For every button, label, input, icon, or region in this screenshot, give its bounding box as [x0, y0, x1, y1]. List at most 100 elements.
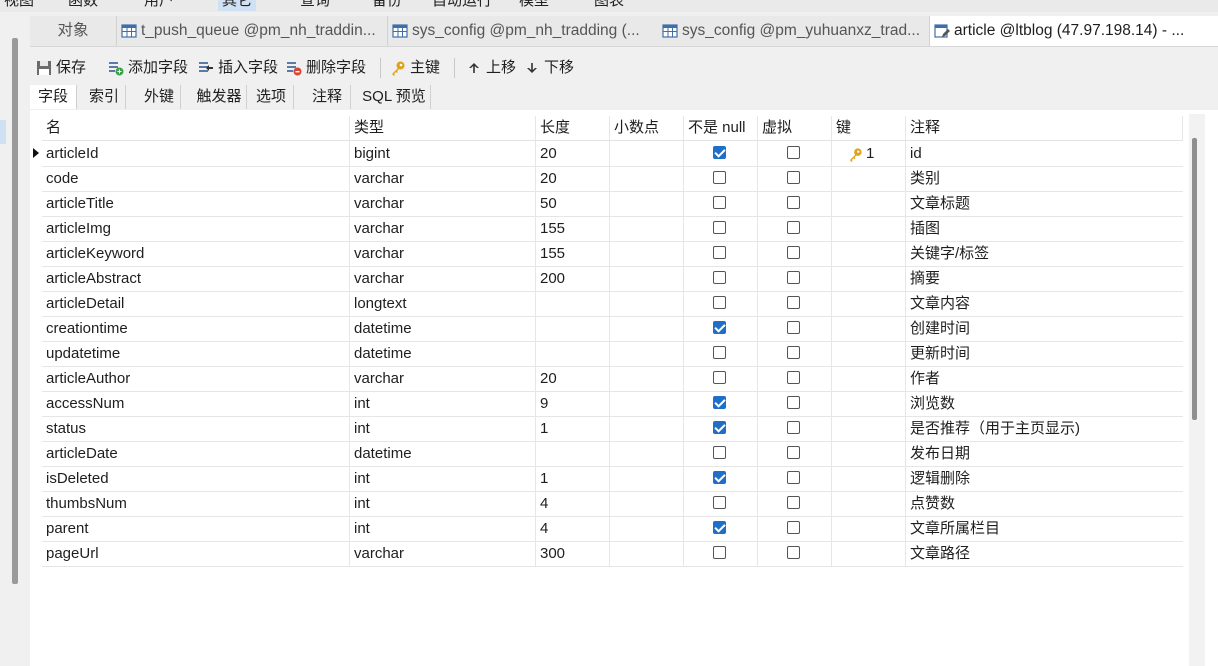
field-type[interactable]: int — [350, 516, 536, 541]
subtab-3[interactable]: 触发器 — [192, 85, 247, 109]
field-name[interactable]: isDeleted — [42, 466, 350, 491]
not-null-checkbox[interactable] — [713, 496, 726, 509]
not-null-checkbox[interactable] — [713, 221, 726, 234]
virtual-checkbox[interactable] — [787, 371, 800, 384]
field-comment[interactable]: 文章标题 — [906, 191, 1183, 216]
field-comment[interactable]: id — [906, 141, 1183, 166]
field-decimals[interactable] — [610, 516, 684, 541]
field-name[interactable]: articleAbstract — [42, 266, 350, 291]
field-comment[interactable]: 摘要 — [906, 266, 1183, 291]
field-name[interactable]: articleTitle — [42, 191, 350, 216]
virtual-checkbox[interactable] — [787, 446, 800, 459]
field-length[interactable] — [536, 291, 610, 316]
field-length[interactable]: 200 — [536, 266, 610, 291]
menu-item[interactable]: 自动运行 — [428, 0, 496, 11]
field-name[interactable]: articleKeyword — [42, 241, 350, 266]
primary-key-button[interactable]: 主键 — [390, 56, 446, 80]
field-type[interactable]: int — [350, 491, 536, 516]
subtab-2[interactable]: 外键 — [138, 85, 181, 109]
virtual-checkbox[interactable] — [787, 271, 800, 284]
virtual-checkbox[interactable] — [787, 321, 800, 334]
col-decimals-header[interactable]: 小数点 — [610, 116, 684, 140]
field-name[interactable]: code — [42, 166, 350, 191]
table-row[interactable]: updatetime datetime 更新时间 — [42, 341, 1183, 367]
virtual-checkbox[interactable] — [787, 221, 800, 234]
field-type[interactable]: datetime — [350, 316, 536, 341]
field-decimals[interactable] — [610, 491, 684, 516]
table-row[interactable]: articleAbstract varchar 200 摘要 — [42, 266, 1183, 292]
field-comment[interactable]: 作者 — [906, 366, 1183, 391]
not-null-checkbox[interactable] — [713, 196, 726, 209]
field-comment[interactable]: 是否推荐（用于主页显示) — [906, 416, 1183, 441]
col-name-header[interactable]: 名 — [42, 116, 350, 140]
not-null-checkbox[interactable] — [713, 246, 726, 259]
field-length[interactable]: 20 — [536, 141, 610, 166]
field-length[interactable] — [536, 341, 610, 366]
field-type[interactable]: varchar — [350, 366, 536, 391]
not-null-checkbox[interactable] — [713, 471, 726, 484]
field-type[interactable]: datetime — [350, 441, 536, 466]
virtual-checkbox[interactable] — [787, 196, 800, 209]
field-type[interactable]: varchar — [350, 241, 536, 266]
field-length[interactable]: 50 — [536, 191, 610, 216]
not-null-checkbox[interactable] — [713, 321, 726, 334]
virtual-checkbox[interactable] — [787, 546, 800, 559]
field-name[interactable]: articleId — [42, 141, 350, 166]
not-null-checkbox[interactable] — [713, 346, 726, 359]
subtab-5[interactable]: 注释 — [304, 85, 351, 109]
field-type[interactable]: varchar — [350, 166, 536, 191]
not-null-checkbox[interactable] — [713, 171, 726, 184]
field-name[interactable]: accessNum — [42, 391, 350, 416]
field-length[interactable]: 155 — [536, 216, 610, 241]
move-down-button[interactable]: 下移 — [524, 56, 580, 80]
save-button[interactable]: 保存 — [36, 56, 92, 80]
field-length[interactable] — [536, 316, 610, 341]
field-type[interactable]: int — [350, 416, 536, 441]
not-null-checkbox[interactable] — [713, 546, 726, 559]
subtab-4[interactable]: 选项 — [249, 85, 294, 109]
subtab-6[interactable]: SQL 预览 — [358, 85, 431, 109]
move-up-button[interactable]: 上移 — [466, 56, 522, 80]
field-name[interactable]: articleAuthor — [42, 366, 350, 391]
not-null-checkbox[interactable] — [713, 296, 726, 309]
field-type[interactable]: varchar — [350, 541, 536, 566]
field-name[interactable]: parent — [42, 516, 350, 541]
field-length[interactable]: 4 — [536, 516, 610, 541]
virtual-checkbox[interactable] — [787, 396, 800, 409]
field-comment[interactable]: 文章内容 — [906, 291, 1183, 316]
menu-item[interactable]: 备份 — [368, 0, 406, 11]
not-null-checkbox[interactable] — [713, 446, 726, 459]
field-name[interactable]: pageUrl — [42, 541, 350, 566]
field-length[interactable]: 155 — [536, 241, 610, 266]
not-null-checkbox[interactable] — [713, 521, 726, 534]
field-decimals[interactable] — [610, 541, 684, 566]
table-row[interactable]: creationtime datetime 创建时间 — [42, 316, 1183, 342]
not-null-checkbox[interactable] — [713, 371, 726, 384]
field-decimals[interactable] — [610, 241, 684, 266]
field-name[interactable]: articleDate — [42, 441, 350, 466]
field-comment[interactable]: 插图 — [906, 216, 1183, 241]
field-length[interactable]: 1 — [536, 466, 610, 491]
table-row[interactable]: thumbsNum int 4 点赞数 — [42, 491, 1183, 517]
tab-4[interactable]: article @ltblog (47.97.198.14) - ... — [929, 16, 1218, 46]
col-key-header[interactable]: 键 — [832, 116, 906, 140]
subtab-1[interactable]: 索引 — [83, 85, 126, 109]
field-decimals[interactable] — [610, 416, 684, 441]
table-row[interactable]: isDeleted int 1 逻辑删除 — [42, 466, 1183, 492]
virtual-checkbox[interactable] — [787, 521, 800, 534]
field-type[interactable]: varchar — [350, 216, 536, 241]
sidebar-scrollbar[interactable] — [12, 38, 18, 584]
field-decimals[interactable] — [610, 391, 684, 416]
field-decimals[interactable] — [610, 341, 684, 366]
field-type[interactable]: datetime — [350, 341, 536, 366]
field-length[interactable]: 300 — [536, 541, 610, 566]
field-type[interactable]: int — [350, 391, 536, 416]
virtual-checkbox[interactable] — [787, 421, 800, 434]
field-decimals[interactable] — [610, 366, 684, 391]
not-null-checkbox[interactable] — [713, 271, 726, 284]
field-length[interactable]: 20 — [536, 366, 610, 391]
delete-field-button[interactable]: 删除字段 — [286, 56, 370, 80]
tab-3[interactable]: sys_config @pm_yuhuanxz_trad... — [658, 16, 931, 46]
col-virtual-header[interactable]: 虚拟 — [758, 116, 832, 140]
table-row[interactable]: articleDetail longtext 文章内容 — [42, 291, 1183, 317]
